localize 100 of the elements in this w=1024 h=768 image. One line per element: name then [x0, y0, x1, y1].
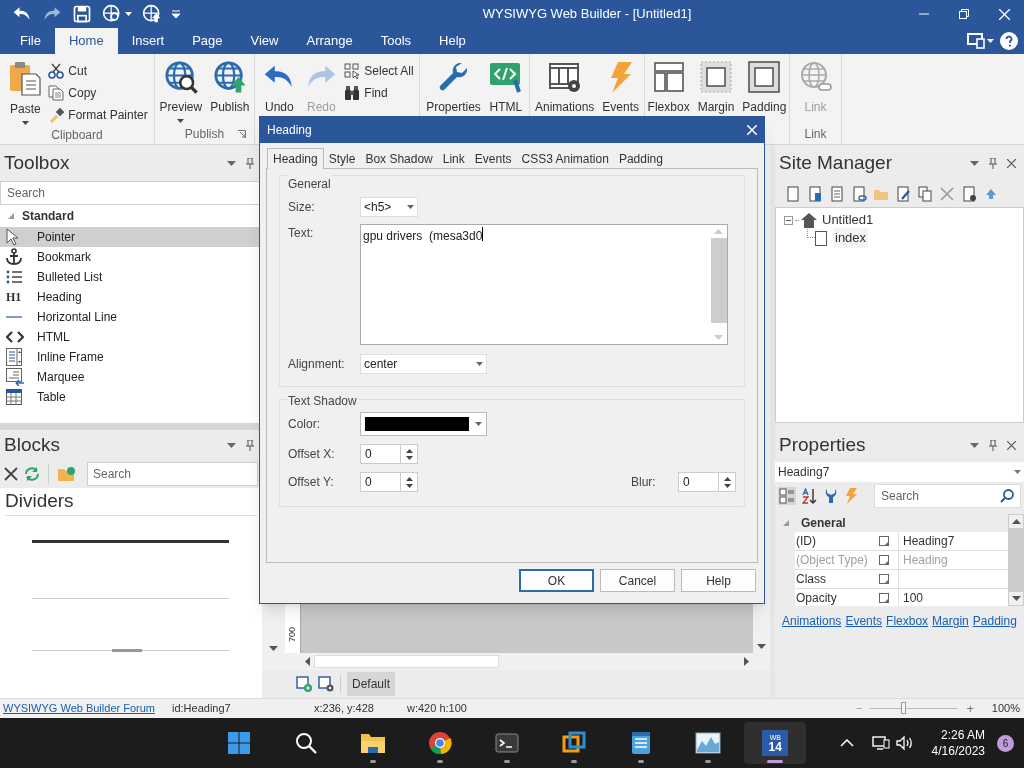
menu-tab[interactable]: Arrange — [292, 28, 367, 54]
layout-icon — [651, 60, 686, 94]
zoom-in-button[interactable]: + — [962, 698, 978, 719]
dialog-tab[interactable]: Heading — [267, 148, 324, 169]
text-area[interactable]: gpu drivers (mesa3d0 — [360, 224, 728, 345]
edit-box-icon — [879, 574, 889, 584]
color-dropdown[interactable] — [360, 412, 487, 436]
panel-title: Properties — [779, 432, 867, 457]
ribbon-button[interactable]: Flexbox — [645, 60, 692, 116]
alignment-dropdown[interactable]: center — [360, 354, 487, 374]
ribbon-button[interactable]: Preview — [157, 60, 205, 123]
edit-box-icon — [879, 593, 889, 603]
size-dropdown[interactable]: <h5> — [360, 197, 418, 217]
tree-item[interactable]: index — [833, 228, 869, 248]
ribbon-button[interactable]: Publish — [208, 60, 252, 116]
ribbon-button[interactable]: Events — [600, 60, 642, 116]
help-icon — [1000, 32, 1018, 50]
clock-date[interactable]: 4/16/2023 — [931, 743, 985, 759]
toolbox-item[interactable]: Pointer — [0, 227, 262, 247]
toolbox-item[interactable]: H1 Heading — [0, 287, 262, 307]
dropdown-icon — [970, 160, 979, 166]
toolbox-item[interactable]: Marquee — [0, 367, 262, 387]
ribbon-button[interactable]: Select All — [344, 61, 414, 80]
field-label: Text: — [288, 225, 315, 242]
zoom-slider-thumb[interactable] — [901, 702, 907, 714]
dropdown-icon — [227, 442, 236, 448]
layout-view-tab[interactable]: Default — [347, 672, 396, 696]
search-field[interactable]: Search — [0, 181, 262, 205]
restore-icon — [959, 9, 969, 19]
toolbox-item[interactable]: HTML — [0, 327, 262, 347]
pin-icon — [989, 157, 997, 169]
ribbon-button[interactable]: Cut — [48, 61, 148, 80]
toolbox-item[interactable]: Table — [0, 387, 262, 407]
dialog-tab[interactable]: Link — [437, 150, 470, 168]
number-spinner[interactable]: 0 — [678, 472, 736, 492]
menu-tab[interactable]: Page — [178, 28, 237, 54]
scissors-icon — [48, 62, 65, 79]
number-spinner[interactable]: 0 — [360, 444, 418, 464]
ribbon-button[interactable]: Find — [344, 83, 414, 102]
ribbon-button[interactable]: Properties — [424, 60, 483, 116]
menu-tab[interactable]: File — [6, 28, 55, 54]
ribbon-button[interactable]: Padding — [740, 60, 789, 116]
copy-icon — [48, 84, 65, 101]
tree-item[interactable]: Untitled1 — [822, 210, 874, 230]
link[interactable]: Padding — [972, 612, 1017, 630]
link[interactable]: Animations — [782, 612, 842, 630]
group-label: Link — [804, 126, 827, 143]
code-brackets-icon — [6, 330, 24, 344]
margin-icon — [699, 60, 733, 94]
link[interactable]: Events — [845, 612, 883, 630]
property-value[interactable]: 100 — [899, 589, 1008, 606]
panel-title: Toolbox — [4, 150, 71, 175]
dialog-button[interactable]: OK — [519, 569, 594, 592]
dialog-button[interactable]: Cancel — [600, 569, 675, 592]
folder-icon — [360, 731, 387, 755]
dialog-tab[interactable]: Events — [469, 150, 517, 168]
menu-tab[interactable]: View — [236, 28, 293, 54]
customize-icon — [172, 10, 180, 18]
ribbon-button[interactable]: Paste — [6, 60, 45, 125]
link[interactable]: Flexbox — [886, 612, 929, 630]
ribbon-button[interactable]: Undo — [260, 60, 299, 116]
group-label: Clipboard — [51, 126, 103, 144]
toolbox-item[interactable]: Inline Frame — [0, 347, 262, 367]
code-icon — [488, 60, 523, 94]
ribbon-button[interactable]: Margin — [695, 60, 737, 116]
triangle-icon — [8, 213, 14, 219]
menu-tab[interactable]: Tools — [366, 28, 426, 54]
ribbon-button[interactable]: Copy — [48, 83, 148, 102]
dialog-tab[interactable]: Box Shadow — [360, 150, 438, 168]
ribbon-button[interactable]: Animations — [532, 60, 597, 116]
category-header[interactable]: Standard — [0, 205, 262, 227]
pin-icon — [246, 439, 254, 451]
toolbox-item[interactable]: Bookmark — [0, 247, 262, 267]
dialog-tab[interactable]: Style — [323, 150, 361, 168]
notification-badge[interactable]: 6 — [997, 734, 1014, 752]
ribbon-button[interactable]: HTML — [486, 60, 525, 116]
dialog-tab[interactable]: CSS3 Animation — [516, 150, 614, 168]
search-field[interactable]: Search — [87, 462, 258, 486]
menu-tab[interactable]: Help — [425, 28, 480, 54]
scrollbar-thumb[interactable] — [314, 655, 499, 668]
category-header[interactable]: General — [775, 514, 1008, 532]
object-dropdown[interactable]: Heading7 — [775, 462, 1024, 482]
number-spinner[interactable]: 0 — [360, 472, 418, 492]
dialog-tab[interactable]: Padding — [613, 150, 668, 168]
dialog-button[interactable]: Help — [681, 569, 756, 592]
globe-search-icon — [102, 4, 122, 24]
property-value[interactable]: Heading7 — [899, 532, 1008, 550]
scrollbar-thumb[interactable] — [710, 238, 727, 323]
clock-time[interactable]: 2:26 AM — [940, 727, 985, 743]
caret-icon — [475, 422, 482, 426]
link[interactable]: Margin — [932, 612, 969, 630]
search-field[interactable]: Search — [874, 484, 1021, 508]
menu-tab[interactable]: Insert — [117, 28, 179, 54]
menu-tab[interactable]: Home — [54, 28, 118, 54]
toolbox-item[interactable]: Bulleted List — [0, 267, 262, 287]
forum-link[interactable]: WYSIWYG Web Builder Forum — [0, 700, 172, 717]
toolbox-item[interactable]: Horizontal Line — [0, 307, 262, 327]
ribbon-button[interactable]: Format Painter — [48, 105, 148, 124]
dialog-launcher-icon — [238, 130, 246, 138]
scrollbar-thumb[interactable] — [1009, 528, 1023, 592]
